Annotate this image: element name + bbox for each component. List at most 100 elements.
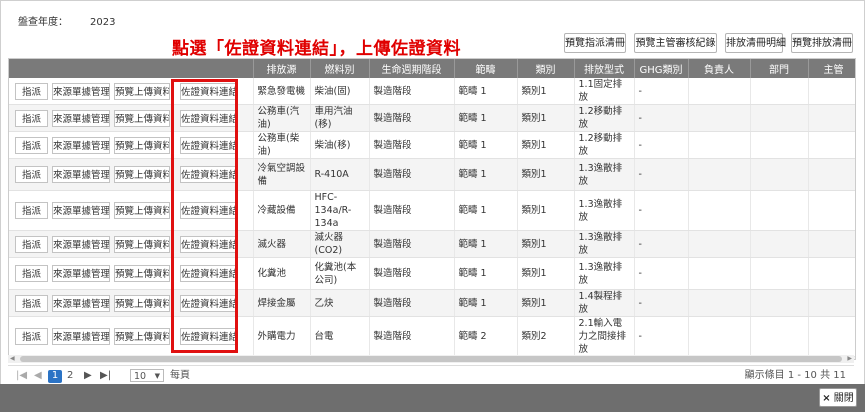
first-page-icon[interactable]: |◀ (16, 370, 27, 382)
col-fuel[interactable]: 燃料別 (310, 59, 370, 78)
assign-button[interactable]: 指派 (15, 136, 48, 154)
preview-manager-review-button[interactable]: 預覽主管審核紀錄 (634, 33, 717, 53)
cell-type: 1.3逸散排放 (574, 190, 635, 231)
cell-category: 類別2 (517, 316, 575, 357)
year-label: 盤查年度： (18, 17, 68, 28)
assign-button[interactable]: 指派 (15, 294, 48, 312)
page-size-select[interactable]: 10 ▼ (130, 369, 164, 382)
row-actions: 指派來源單據管理預覽上傳資料佐證資料連結 (9, 158, 254, 191)
last-page-icon[interactable]: ▶| (100, 370, 111, 382)
assign-button[interactable]: 指派 (15, 109, 48, 127)
evidence-link-button[interactable]: 佐證資料連結 (180, 294, 238, 312)
cell-manager (808, 316, 855, 357)
preview-assign-list-button[interactable]: 預覽指派清冊 (564, 33, 626, 53)
cell-fuel: 台電 (310, 316, 370, 357)
assign-button[interactable]: 指派 (15, 202, 48, 219)
cell-type: 1.2移動排放 (574, 104, 635, 132)
assign-button[interactable]: 指派 (15, 82, 48, 100)
source-manage-button[interactable]: 來源單據管理 (52, 109, 110, 127)
cell-scope: 範疇 1 (454, 104, 518, 132)
cell-scope: 範疇 1 (454, 257, 518, 290)
cell-type: 1.1固定排放 (574, 78, 635, 105)
cell-dept (750, 190, 809, 231)
evidence-link-button[interactable]: 佐證資料連結 (180, 136, 238, 154)
assign-button[interactable]: 指派 (15, 265, 48, 282)
col-scope[interactable]: 範疇 (454, 59, 518, 78)
emission-detail-button[interactable]: 排放清冊明細 (725, 33, 786, 53)
col-type[interactable]: 排放型式 (574, 59, 635, 78)
col-category[interactable]: 類別 (517, 59, 575, 78)
scroll-left-icon[interactable]: ◀ (10, 355, 15, 363)
cell-scope: 範疇 2 (454, 316, 518, 357)
preview-upload-button[interactable]: 預覽上傳資料 (114, 109, 170, 127)
cell-owner (688, 289, 751, 317)
scroll-right-icon[interactable]: ▶ (847, 355, 852, 363)
col-manager[interactable]: 主管 (808, 59, 855, 78)
preview-upload-button[interactable]: 預覽上傳資料 (114, 82, 170, 100)
evidence-link-button[interactable]: 佐證資料連結 (180, 328, 238, 345)
cell-manager (808, 230, 855, 258)
cell-stage: 製造階段 (369, 158, 455, 191)
cell-owner (688, 190, 751, 231)
cell-owner (688, 78, 751, 105)
next-page-icon[interactable]: ▶ (84, 370, 92, 382)
evidence-link-button[interactable]: 佐證資料連結 (180, 202, 238, 219)
table-row: 指派 來源單據管理 預覽上傳資料 佐證資料連結 緊急發電機 柴油(固) 製造階段 範疇 1 類別… (9, 78, 855, 105)
source-manage-button[interactable]: 來源單據管理 (52, 235, 110, 253)
cell-ghg: - (634, 104, 689, 132)
assign-button[interactable]: 指派 (15, 235, 48, 253)
cell-scope: 範疇 1 (454, 78, 518, 105)
evidence-link-button[interactable]: 佐證資料連結 (180, 109, 238, 127)
close-button[interactable]: × 關閉 (819, 388, 857, 407)
preview-emission-list-button[interactable]: 預覽排放清冊 (791, 33, 853, 53)
evidence-link-button[interactable]: 佐證資料連結 (180, 235, 238, 253)
evidence-link-button[interactable]: 佐證資料連結 (180, 82, 238, 100)
col-ghg[interactable]: GHG類別 (634, 59, 689, 78)
prev-page-icon[interactable]: ◀ (34, 370, 42, 382)
preview-upload-button[interactable]: 預覽上傳資料 (114, 166, 170, 183)
source-manage-button[interactable]: 來源單據管理 (52, 294, 110, 312)
cell-source: 公務車(柴油) (253, 131, 311, 159)
cell-ghg: - (634, 78, 689, 105)
col-owner[interactable]: 負責人 (688, 59, 751, 78)
col-dept[interactable]: 部門 (750, 59, 809, 78)
chevron-down-icon: ▼ (154, 372, 160, 380)
col-actions (9, 59, 254, 78)
col-source[interactable]: 排放源 (253, 59, 311, 78)
scrollbar-thumb[interactable] (20, 356, 842, 362)
cell-manager (808, 78, 855, 105)
cell-owner (688, 316, 751, 357)
cell-dept (750, 78, 809, 105)
cell-scope: 範疇 1 (454, 190, 518, 231)
cell-fuel: 乙炔 (310, 289, 370, 317)
source-manage-button[interactable]: 來源單據管理 (52, 166, 110, 183)
preview-upload-button[interactable]: 預覽上傳資料 (114, 202, 170, 219)
preview-upload-button[interactable]: 預覽上傳資料 (114, 294, 170, 312)
evidence-link-button[interactable]: 佐證資料連結 (180, 265, 238, 282)
preview-upload-button[interactable]: 預覽上傳資料 (114, 265, 170, 282)
preview-upload-button[interactable]: 預覽上傳資料 (114, 328, 170, 345)
page-2-button[interactable]: 2 (67, 370, 73, 382)
assign-button[interactable]: 指派 (15, 166, 48, 183)
cell-category: 類別1 (517, 257, 575, 290)
cell-owner (688, 257, 751, 290)
page-size-value: 10 (134, 371, 147, 382)
cell-owner (688, 158, 751, 191)
horizontal-scrollbar[interactable]: ◀ ▶ (8, 355, 854, 363)
year-field: 盤查年度： 2023 (18, 13, 115, 28)
source-manage-button[interactable]: 來源單據管理 (52, 328, 110, 345)
cell-dept (750, 257, 809, 290)
assign-button[interactable]: 指派 (15, 328, 48, 345)
table-row: 指派 來源單據管理 預覽上傳資料 佐證資料連結 焊接金屬 乙炔 製造階段 範疇 1 類別1 1.4… (9, 289, 855, 317)
source-manage-button[interactable]: 來源單據管理 (52, 265, 110, 282)
row-actions: 指派來源單據管理預覽上傳資料佐證資料連結 (9, 104, 254, 132)
evidence-link-button[interactable]: 佐證資料連結 (180, 166, 238, 183)
cell-ghg: - (634, 289, 689, 317)
source-manage-button[interactable]: 來源單據管理 (52, 82, 110, 100)
preview-upload-button[interactable]: 預覽上傳資料 (114, 136, 170, 154)
page-1-button[interactable]: 1 (48, 370, 62, 383)
col-stage[interactable]: 生命週期階段 (369, 59, 455, 78)
preview-upload-button[interactable]: 預覽上傳資料 (114, 235, 170, 253)
source-manage-button[interactable]: 來源單據管理 (52, 136, 110, 154)
source-manage-button[interactable]: 來源單據管理 (52, 202, 110, 219)
